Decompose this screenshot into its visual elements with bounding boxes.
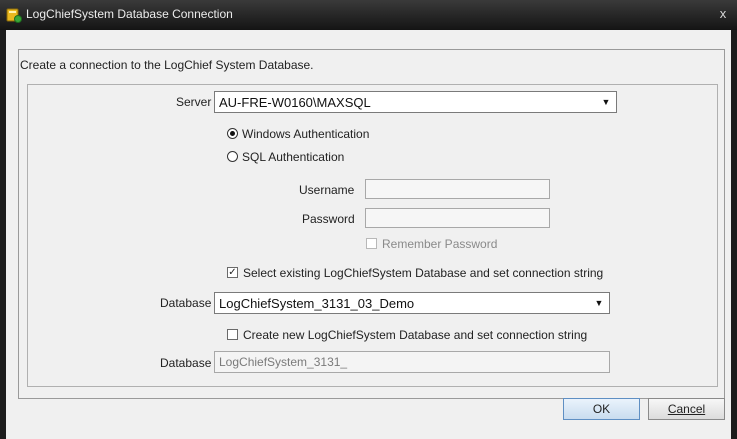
sql-auth-radio[interactable] bbox=[227, 151, 238, 162]
select-existing-checkbox[interactable]: ✓ bbox=[227, 267, 238, 278]
cancel-button-label: Cancel bbox=[667, 402, 706, 416]
server-value: AU-FRE-W0160\MAXSQL bbox=[219, 95, 371, 110]
database-value: LogChiefSystem_3131_03_Demo bbox=[219, 296, 415, 311]
chevron-down-icon[interactable]: ▼ bbox=[599, 94, 613, 110]
title-bar[interactable]: LogChiefSystem Database Connection x bbox=[0, 0, 737, 30]
database-connection-icon bbox=[6, 8, 22, 23]
database-select[interactable]: LogChiefSystem_3131_03_Demo ▼ bbox=[214, 292, 610, 314]
create-new-checkbox[interactable] bbox=[227, 329, 238, 340]
create-new-label[interactable]: Create new LogChiefSystem Database and s… bbox=[243, 328, 587, 342]
windows-auth-label[interactable]: Windows Authentication bbox=[242, 127, 369, 141]
new-database-label: Database bbox=[160, 356, 212, 370]
database-label: Database bbox=[160, 296, 212, 310]
cancel-button[interactable]: Cancel bbox=[648, 398, 725, 420]
remember-password-label[interactable]: Remember Password bbox=[382, 237, 497, 251]
intro-text: Create a connection to the LogChief Syst… bbox=[20, 58, 314, 72]
select-existing-label[interactable]: Select existing LogChiefSystem Database … bbox=[243, 266, 603, 280]
username-label: Username bbox=[299, 183, 355, 197]
windows-auth-radio[interactable] bbox=[227, 128, 238, 139]
dialog-body: Create a connection to the LogChief Syst… bbox=[6, 30, 731, 439]
server-label: Server bbox=[176, 95, 212, 109]
dialog-window: LogChiefSystem Database Connection x Cre… bbox=[0, 0, 737, 439]
new-database-field[interactable]: LogChiefSystem_3131_ bbox=[214, 351, 610, 373]
remember-password-checkbox[interactable] bbox=[366, 238, 377, 249]
password-field[interactable] bbox=[365, 208, 550, 228]
username-field[interactable] bbox=[365, 179, 550, 199]
server-select[interactable]: AU-FRE-W0160\MAXSQL ▼ bbox=[214, 91, 617, 113]
window-title: LogChiefSystem Database Connection bbox=[26, 7, 233, 21]
ok-button[interactable]: OK bbox=[563, 398, 640, 420]
sql-auth-label[interactable]: SQL Authentication bbox=[242, 150, 344, 164]
password-label: Password bbox=[302, 212, 355, 226]
chevron-down-icon[interactable]: ▼ bbox=[592, 295, 606, 311]
close-icon[interactable]: x bbox=[715, 5, 731, 23]
